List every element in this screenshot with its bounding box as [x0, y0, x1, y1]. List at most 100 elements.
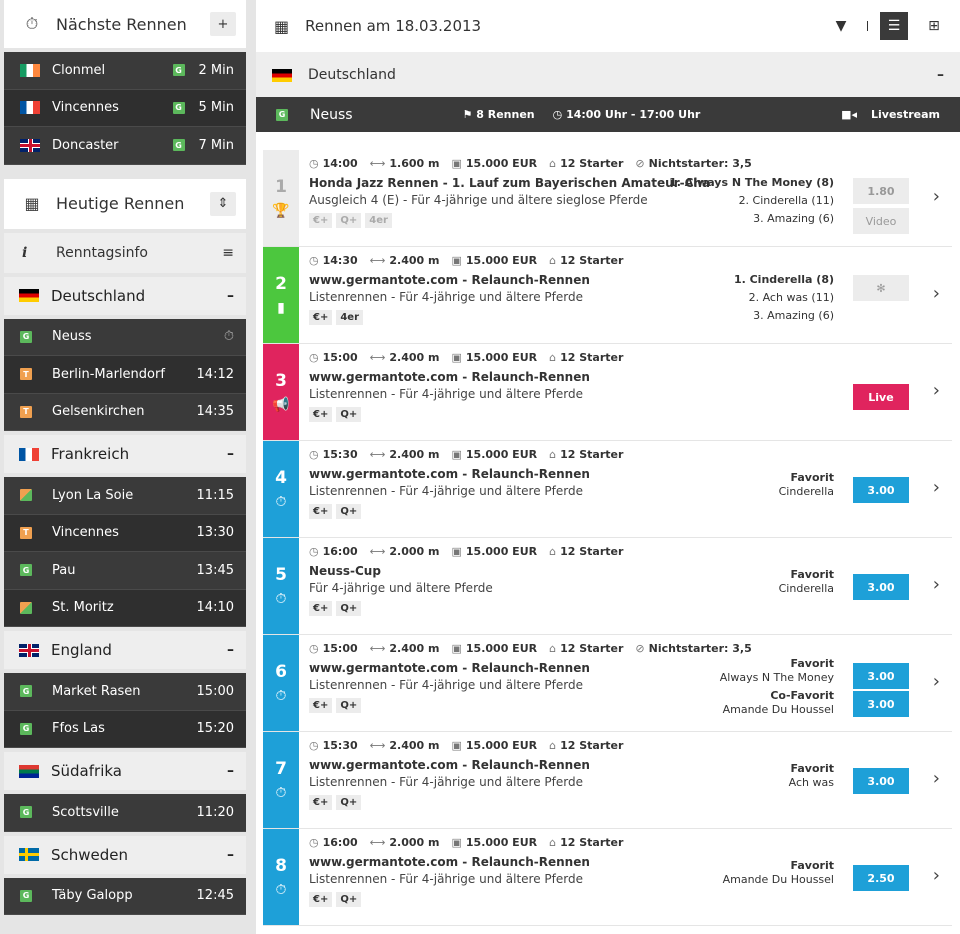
race-count: ⚑ 8 Rennen [462, 108, 535, 121]
race-favorites: Favorit Amande Du Houssel [723, 859, 834, 887]
track-row[interactable]: St. Moritz 14:10 [4, 589, 246, 627]
track-row[interactable]: T Vincennes 13:30 [4, 514, 246, 552]
race-starters-value: 12 Starter [560, 641, 624, 655]
race-distance-value: 1.600 m [389, 156, 440, 170]
odds-button[interactable]: 3.00 [853, 768, 909, 794]
country-header[interactable]: England – [4, 627, 246, 669]
collapse-icon[interactable]: – [937, 67, 944, 83]
next-race-countdown: 5 Min [198, 100, 234, 116]
race-row[interactable]: 8 ⏱ ◷ 16:00 ⟷ 2.000 m ▣ 15.000 EUR ⌂ 12 Starter ww… [263, 829, 952, 926]
odds-button[interactable]: 3.00 [853, 663, 909, 689]
race-purse: ▣ 15.000 EUR [452, 157, 538, 170]
chevron-right-icon[interactable]: › [933, 865, 940, 886]
renntagsinfo-row[interactable]: i Renntagsinfo ≡ [4, 232, 246, 273]
chevron-right-icon[interactable]: › [933, 283, 940, 304]
chevron-right-icon[interactable]: › [933, 768, 940, 789]
race-favorites: Favorit Ach was [789, 762, 834, 790]
race-title[interactable]: www.germantote.com - Relaunch-Rennen [309, 855, 709, 869]
race-tag: €+ [309, 407, 333, 422]
race-title[interactable]: www.germantote.com - Relaunch-Rennen [309, 370, 709, 384]
track-row[interactable]: G Scottsville 11:20 [4, 794, 246, 832]
track-row[interactable]: T Gelsenkirchen 14:35 [4, 394, 246, 431]
track-row[interactable]: Lyon La Soie 11:15 [4, 477, 246, 515]
odds-button[interactable]: 3.00 [853, 477, 909, 503]
chevron-right-icon[interactable]: › [933, 477, 940, 498]
chevron-right-icon[interactable]: › [933, 671, 940, 692]
chevron-right-icon[interactable]: › [933, 186, 940, 207]
next-race-row[interactable]: Clonmel G 2 Min [4, 52, 246, 90]
video-button[interactable]: Video [853, 208, 909, 234]
race-distance-value: 2.400 m [389, 738, 440, 752]
race-purse-value: 15.000 EUR [465, 835, 538, 849]
next-race-row[interactable]: Vincennes G 5 Min [4, 89, 246, 127]
race-row[interactable]: 7 ⏱ ◷ 15:30 ⟷ 2.400 m ▣ 15.000 EUR ⌂ 12 Starter ww… [263, 732, 952, 829]
track-name: Berlin-Marlendorf [52, 366, 165, 382]
odds-button[interactable]: 3.00 [853, 574, 909, 600]
race-favorites: Favorit Cinderella [779, 568, 834, 596]
track-time: 14:35 [196, 404, 234, 420]
race-nonstarter-value: Nichtstarter: 3,5 [648, 641, 752, 655]
odds-button[interactable]: Live [853, 384, 909, 410]
race-row[interactable]: 5 ⏱ ◷ 16:00 ⟷ 2.000 m ▣ 15.000 EUR ⌂ 12 Starter Ne… [263, 538, 952, 635]
race-row[interactable]: 1 🏆 ◷ 14:00 ⟷ 1.600 m ▣ 15.000 EUR ⌂ 12 Starter ⊘ N… [263, 150, 952, 247]
track-row[interactable]: G Pau 13:45 [4, 552, 246, 590]
race-distance-icon: ⟷ [369, 641, 386, 655]
menu-icon[interactable]: ≡ [222, 245, 234, 261]
country-header[interactable]: Südafrika – [4, 748, 246, 790]
race-row[interactable]: 4 ⏱ ◷ 15:30 ⟷ 2.400 m ▣ 15.000 EUR ⌂ 12 Starter ww… [263, 441, 952, 538]
livestream-link[interactable]: ■◂ Livestream [841, 108, 940, 121]
country-name: Schweden [51, 845, 129, 864]
chevron-right-icon[interactable]: › [933, 380, 940, 401]
race-title[interactable]: Neuss-Cup [309, 564, 709, 578]
list-view-button[interactable]: ☰ [880, 12, 908, 40]
country-header[interactable]: Deutschland – [4, 272, 246, 315]
track-row[interactable]: G Market Rasen 15:00 [4, 673, 246, 711]
track-row[interactable]: G Neuss ⏱ [4, 319, 246, 356]
race-row[interactable]: 3 📢 ◷ 15:00 ⟷ 2.400 m ▣ 15.000 EUR ⌂ 12 Starter ww… [263, 344, 952, 441]
collapse-icon[interactable]: – [227, 847, 234, 863]
odds-button[interactable]: 2.50 [853, 865, 909, 891]
race-type-badge: G [172, 101, 185, 114]
race-number: 5 ⏱ [263, 538, 299, 634]
race-time-value: 14:30 [322, 253, 358, 267]
stopwatch-icon: ⏱ [223, 329, 234, 345]
sort-button[interactable]: ⇕ [210, 191, 236, 216]
track-row[interactable]: T Berlin-Marlendorf 14:12 [4, 356, 246, 394]
race-meta: ◷ 15:00 ⟷ 2.400 m ▣ 15.000 EUR ⌂ 12 Starter ⊘ Nic… [309, 641, 952, 655]
race-title[interactable]: www.germantote.com - Relaunch-Rennen [309, 467, 709, 481]
filter-icon[interactable]: ▼ [827, 12, 855, 40]
country-header[interactable]: Frankreich – [4, 431, 246, 473]
race-distance-value: 2.400 m [389, 253, 440, 267]
race-purse: ▣ 15.000 EUR [452, 351, 538, 364]
race-tags: €+ Q+ [309, 504, 952, 519]
chevron-right-icon[interactable]: › [933, 574, 940, 595]
race-time-value: 16:00 [322, 835, 358, 849]
race-title[interactable]: www.germantote.com - Relaunch-Rennen [309, 661, 709, 675]
grid-view-button[interactable]: ⊞ [920, 12, 948, 40]
collapse-icon[interactable]: – [227, 763, 234, 779]
favorite-line: Favorit [790, 859, 834, 872]
video-button[interactable]: 3.00 [853, 691, 909, 717]
track-row[interactable]: G Ffos Las 15:20 [4, 710, 246, 748]
race-distance: ⟷ 1.600 m [370, 157, 440, 170]
race-distance: ⟷ 2.400 m [370, 254, 440, 267]
country-header[interactable]: Schweden – [4, 831, 246, 874]
collapse-icon[interactable]: – [227, 446, 234, 462]
odds-button[interactable]: 1.80 [853, 178, 909, 204]
race-row[interactable]: 6 ⏱ ◷ 15:00 ⟷ 2.400 m ▣ 15.000 EUR ⌂ 12 Starter ⊘ N… [263, 635, 952, 732]
country-name: England [51, 641, 112, 659]
track-row[interactable]: G Täby Galopp 12:45 [4, 878, 246, 915]
race-tag: €+ [309, 795, 333, 810]
race-title[interactable]: www.germantote.com - Relaunch-Rennen [309, 758, 709, 772]
collapse-icon[interactable]: – [227, 642, 234, 658]
track-name: Gelsenkirchen [52, 404, 145, 420]
collapse-icon[interactable]: – [227, 288, 234, 304]
next-race-row[interactable]: Doncaster G 7 Min [4, 127, 246, 165]
race-title[interactable]: www.germantote.com - Relaunch-Rennen [309, 273, 709, 287]
stopwatch-icon: ⏱ [275, 882, 287, 898]
country-bar[interactable]: Deutschland – [256, 53, 960, 97]
today-races-header: ▦ Heutige Rennen ⇕ [4, 178, 246, 233]
add-button[interactable]: + [210, 12, 236, 36]
race-title[interactable]: Honda Jazz Rennen - 1. Lauf zum Bayerisc… [309, 176, 709, 190]
race-row[interactable]: 2 ▮ ◷ 14:30 ⟷ 2.400 m ▣ 15.000 EUR ⌂ 12 Starter ww… [263, 247, 952, 344]
